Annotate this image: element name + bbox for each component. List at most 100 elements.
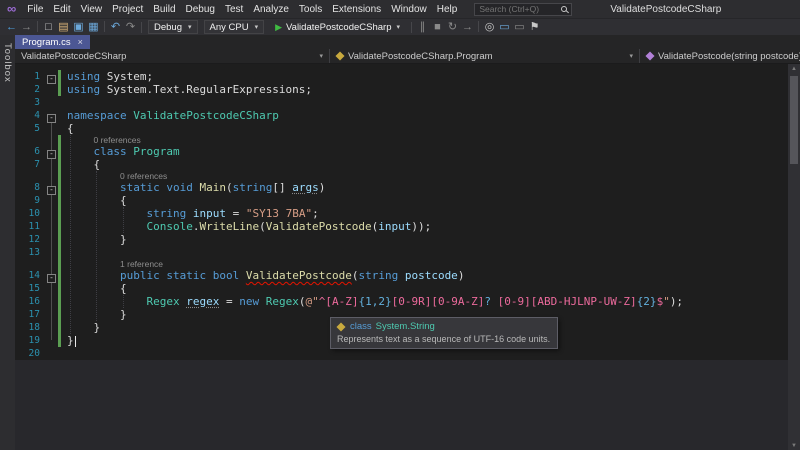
code-text: } xyxy=(67,334,76,347)
menu-item-tools[interactable]: Tools xyxy=(294,3,327,16)
code-editor[interactable]: 1- using System; 2 using System.Text.Regula… xyxy=(15,64,800,360)
type-dropdown[interactable]: ValidatePostcodeCSharp.Program ▾ xyxy=(330,49,640,63)
code-text: using System; xyxy=(67,70,154,83)
tab-program-cs[interactable]: Program.cs × xyxy=(15,35,90,49)
fold-column xyxy=(45,308,58,321)
fold-column: - xyxy=(45,109,58,123)
line-number: 17 xyxy=(28,309,40,320)
fold-column xyxy=(45,135,58,145)
menu-item-help[interactable]: Help xyxy=(432,3,463,16)
search-input[interactable] xyxy=(479,4,562,14)
line-number: 16 xyxy=(28,296,40,307)
codelens-label[interactable]: 0 references xyxy=(67,171,167,181)
fold-column xyxy=(45,259,58,269)
open-file-icon[interactable]: ▤ xyxy=(56,20,71,35)
line-number: 4 xyxy=(34,110,40,121)
bookmark-icon[interactable]: ⚑ xyxy=(527,20,542,35)
menu-item-project[interactable]: Project xyxy=(107,3,148,16)
quick-search-box[interactable] xyxy=(474,2,573,16)
menu-item-edit[interactable]: Edit xyxy=(48,3,75,16)
comment-icon[interactable]: ▭ xyxy=(497,20,512,35)
line-number: 1 xyxy=(34,71,40,82)
code-line: 10 string input = "SY13 7BA"; xyxy=(15,207,800,220)
codelens-label[interactable]: 1 reference xyxy=(67,259,163,269)
solution-configuration-dropdown[interactable]: Debug ▾ xyxy=(148,20,198,34)
visual-studio-logo-icon: ∞ xyxy=(7,1,17,16)
uncomment-icon[interactable]: ▭ xyxy=(512,20,527,35)
change-indicator xyxy=(58,83,61,96)
menu-item-extensions[interactable]: Extensions xyxy=(327,3,386,16)
break-all-icon[interactable]: ∥ xyxy=(415,20,430,35)
project-name: ValidatePostcodeCSharp xyxy=(21,50,127,62)
codelens-label[interactable]: 0 references xyxy=(67,135,141,145)
change-indicator xyxy=(58,246,61,259)
code-line: 2 using System.Text.RegularExpressions; xyxy=(15,83,800,96)
menu-item-test[interactable]: Test xyxy=(220,3,248,16)
redo-icon[interactable]: ↷ xyxy=(123,20,138,35)
back-arrow-icon[interactable]: ← xyxy=(4,20,19,35)
toolbox-tab[interactable]: Toolbox xyxy=(0,35,15,83)
line-number xyxy=(15,259,45,269)
tab-label: Program.cs xyxy=(22,36,71,48)
tooltip-type-name: System.String xyxy=(375,321,435,332)
menu-bar: ∞ File Edit View Project Build Debug Test Analy… xyxy=(0,0,800,18)
menu-item-file[interactable]: File xyxy=(22,3,48,16)
editor-empty-space xyxy=(15,360,800,450)
vertical-scrollbar[interactable]: ▲ ▼ xyxy=(788,64,800,450)
code-line: 11 Console.WriteLine(ValidatePostcode(in… xyxy=(15,220,800,233)
code-line: 14- public static bool ValidatePostcode(… xyxy=(15,269,800,283)
undo-icon[interactable]: ↶ xyxy=(108,20,123,35)
fold-column: - xyxy=(45,70,58,84)
standard-toolbar: ← → □ ▤ ▣ ▦ ↶ ↷ Debug ▾ Any CPU ▾ ▶ ValidatePos… xyxy=(0,18,800,35)
tooltip-keyword: class xyxy=(350,321,372,332)
code-text: } xyxy=(67,233,127,246)
solution-platform-dropdown[interactable]: Any CPU ▾ xyxy=(203,20,265,34)
show-next-statement-icon[interactable]: → xyxy=(460,20,475,35)
line-number: 19 xyxy=(28,335,40,346)
change-indicator xyxy=(58,181,61,194)
line-number: 15 xyxy=(28,283,40,294)
change-indicator xyxy=(58,233,61,246)
window-title: ValidatePostcodeCSharp xyxy=(610,3,722,15)
document-tab-bar: Program.cs × xyxy=(15,35,800,49)
codelens-row: 1 reference xyxy=(15,259,800,269)
change-indicator xyxy=(58,70,61,83)
code-line: 13 xyxy=(15,246,800,259)
menu-item-analyze[interactable]: Analyze xyxy=(248,3,294,16)
visual-studio-window: ∞ File Edit View Project Build Debug Test Analy… xyxy=(0,0,800,450)
new-project-icon[interactable]: □ xyxy=(41,20,56,35)
code-line: 16 Regex regex = new Regex(@"^[A-Z]{1,2}… xyxy=(15,295,800,308)
stop-icon[interactable]: ■ xyxy=(430,20,445,35)
scrollbar-thumb[interactable] xyxy=(790,76,798,164)
fold-column xyxy=(45,83,58,96)
chevron-down-icon: ▾ xyxy=(254,24,259,31)
change-indicator xyxy=(58,347,61,360)
document-well: Program.cs × ValidatePostcodeCSharp ▾ Va… xyxy=(15,35,800,450)
save-icon[interactable]: ▣ xyxy=(71,20,86,35)
menu-item-view[interactable]: View xyxy=(76,3,108,16)
find-icon[interactable]: ◎ xyxy=(482,20,497,35)
start-debugging-button[interactable]: ▶ ValidatePostcodeCSharp ▾ xyxy=(269,20,406,35)
scroll-up-arrow-icon[interactable]: ▲ xyxy=(788,64,800,74)
code-line: 5{ xyxy=(15,122,800,135)
project-dropdown[interactable]: ValidatePostcodeCSharp ▾ xyxy=(15,49,330,63)
menu-item-window[interactable]: Window xyxy=(386,3,432,16)
menu-item-build[interactable]: Build xyxy=(148,3,180,16)
member-dropdown[interactable]: ValidatePostcode(string postcode) ▾ xyxy=(640,49,800,63)
scroll-down-arrow-icon[interactable]: ▼ xyxy=(788,441,800,450)
save-all-icon[interactable]: ▦ xyxy=(86,20,101,35)
close-tab-icon[interactable]: × xyxy=(78,37,83,47)
code-line: 1- using System; xyxy=(15,70,800,84)
toolbar-separator xyxy=(104,21,105,33)
line-number: 13 xyxy=(28,247,40,258)
fold-column xyxy=(45,282,58,295)
menu-item-debug[interactable]: Debug xyxy=(181,3,220,16)
restart-icon[interactable]: ↻ xyxy=(445,20,460,35)
code-text: public static bool ValidatePostcode(stri… xyxy=(119,269,465,282)
tooltip-signature: class System.String xyxy=(336,321,550,332)
line-number xyxy=(15,171,45,181)
class-icon xyxy=(336,321,346,332)
change-indicator xyxy=(58,207,61,220)
change-indicator xyxy=(58,145,61,158)
forward-arrow-icon[interactable]: → xyxy=(19,20,34,35)
